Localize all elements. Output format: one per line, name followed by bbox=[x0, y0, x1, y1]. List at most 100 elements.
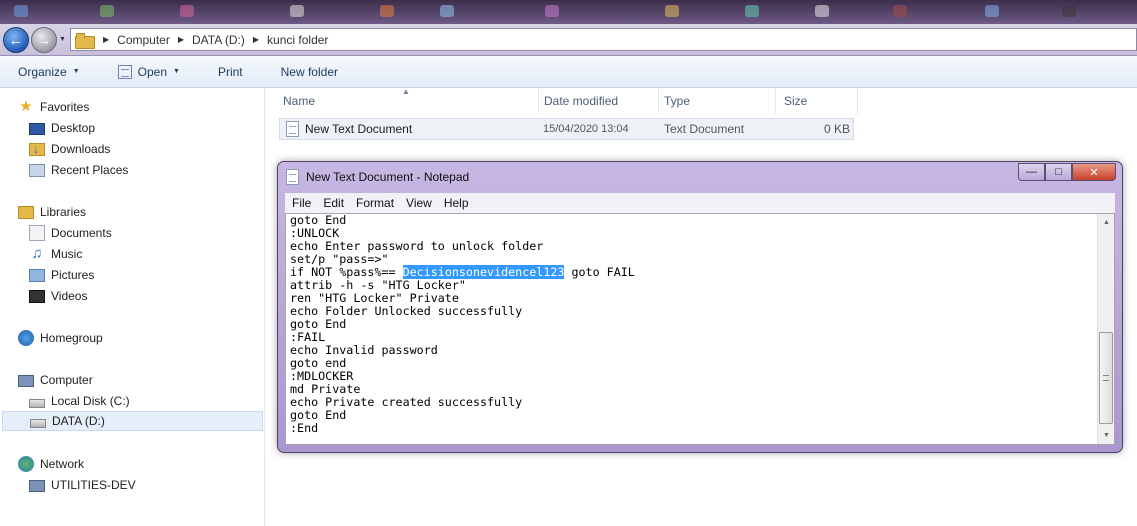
breadcrumb-kunci-folder[interactable]: kunci folder bbox=[267, 33, 328, 47]
sidebar-item-computer[interactable]: Computer bbox=[18, 370, 93, 390]
file-size: 0 KB bbox=[823, 122, 850, 136]
back-button[interactable]: ← bbox=[3, 27, 29, 53]
maximize-button[interactable]: □ bbox=[1045, 163, 1072, 181]
address-bar[interactable]: ▶ Computer ▶ DATA (D:) ▶ kunci folder bbox=[70, 28, 1137, 51]
network-computer-icon bbox=[29, 480, 45, 492]
sidebar-item-label: Videos bbox=[51, 289, 88, 303]
menu-format[interactable]: Format bbox=[356, 196, 394, 210]
menu-file[interactable]: File bbox=[292, 196, 311, 210]
videos-icon bbox=[29, 289, 45, 303]
new-folder-button[interactable]: New folder bbox=[273, 61, 346, 83]
music-note-icon: ♫ bbox=[31, 245, 43, 262]
sidebar-item-favorites[interactable]: ★ Favorites bbox=[18, 97, 89, 117]
file-type: Text Document bbox=[664, 122, 745, 136]
menu-help[interactable]: Help bbox=[444, 196, 469, 210]
notepad-content[interactable]: goto End:UNLOCK echo Enter password to un… bbox=[290, 214, 635, 435]
chevron-right-icon[interactable]: ▶ bbox=[103, 35, 109, 44]
hard-drive-icon bbox=[30, 419, 46, 428]
taskbar-icon bbox=[440, 5, 454, 17]
file-name: New Text Document bbox=[305, 122, 413, 136]
desktop-icon bbox=[29, 123, 45, 135]
sidebar-item-network[interactable]: Network bbox=[18, 454, 84, 474]
chevron-right-icon[interactable]: ▶ bbox=[253, 35, 259, 44]
sidebar-item-homegroup[interactable]: Homegroup bbox=[18, 328, 103, 348]
recent-places-icon bbox=[29, 163, 45, 177]
sidebar-item-label: Documents bbox=[51, 226, 112, 240]
organize-button[interactable]: Organize ▼ bbox=[10, 61, 88, 83]
open-button[interactable]: Open ▼ bbox=[110, 61, 188, 83]
downloads-icon bbox=[29, 142, 45, 156]
minimize-button[interactable]: — bbox=[1018, 163, 1045, 181]
column-header-name[interactable]: ▲ Name bbox=[265, 87, 539, 114]
sidebar-item-local-disk-c[interactable]: Local Disk (C:) bbox=[29, 391, 130, 411]
minimize-icon: — bbox=[1026, 166, 1037, 178]
sidebar-item-documents[interactable]: Documents bbox=[29, 223, 112, 243]
breadcrumb-data-drive[interactable]: DATA (D:) bbox=[192, 33, 245, 47]
taskbar-icon bbox=[380, 5, 394, 17]
taskbar-icon bbox=[985, 5, 999, 17]
command-bar: Organize ▼ Open ▼ Print New folder bbox=[0, 56, 1137, 88]
close-button[interactable]: ✕ bbox=[1072, 163, 1116, 181]
close-icon: ✕ bbox=[1089, 166, 1099, 179]
text-segment: goto FAIL bbox=[564, 265, 635, 279]
sidebar-item-label: DATA (D:) bbox=[52, 414, 105, 428]
sidebar-item-videos[interactable]: Videos bbox=[29, 286, 87, 306]
chevron-right-icon[interactable]: ▶ bbox=[178, 35, 184, 44]
forward-button[interactable]: → bbox=[31, 27, 57, 53]
arrow-left-icon: ← bbox=[8, 31, 24, 49]
print-button[interactable]: Print bbox=[210, 61, 251, 83]
sidebar-item-label: Favorites bbox=[40, 100, 90, 114]
notepad-window: New Text Document - Notepad — □ ✕ File E… bbox=[277, 161, 1123, 453]
sidebar-item-data-d[interactable]: DATA (D:) bbox=[2, 411, 263, 431]
recent-pages-dropdown[interactable]: ▼ bbox=[59, 36, 66, 43]
taskbar-icon bbox=[100, 5, 114, 17]
notepad-title-bar[interactable]: New Text Document - Notepad bbox=[286, 166, 469, 188]
sidebar-item-utilities-dev[interactable]: UTILITIES-DEV bbox=[29, 475, 136, 495]
star-icon: ★ bbox=[19, 98, 33, 115]
hard-drive-icon bbox=[29, 399, 45, 408]
taskbar-icon bbox=[665, 5, 679, 17]
grip-icon bbox=[1103, 375, 1109, 381]
column-header-label: Name bbox=[283, 94, 316, 108]
chevron-down-icon: ▼ bbox=[173, 68, 180, 75]
folder-icon bbox=[75, 32, 95, 49]
notepad-icon bbox=[117, 64, 132, 79]
column-header-date-modified[interactable]: Date modified bbox=[525, 88, 659, 114]
sort-ascending-icon: ▲ bbox=[402, 87, 410, 96]
menu-view[interactable]: View bbox=[406, 196, 432, 210]
text-segment: if NOT %pass%== bbox=[290, 265, 403, 279]
text-line: :End bbox=[290, 421, 319, 435]
sidebar-item-pictures[interactable]: Pictures bbox=[29, 265, 94, 285]
sidebar-item-label: Network bbox=[40, 457, 85, 471]
documents-icon bbox=[29, 225, 45, 241]
column-header-type[interactable]: Type bbox=[646, 88, 776, 114]
arrow-right-icon: → bbox=[36, 31, 52, 49]
sidebar-item-music[interactable]: ♫ Music bbox=[29, 244, 82, 264]
chevron-down-icon: ▼ bbox=[72, 68, 80, 75]
sidebar-item-label: Libraries bbox=[40, 205, 87, 219]
taskbar-icon bbox=[180, 5, 194, 17]
arrow-down-icon: ▼ bbox=[1103, 432, 1110, 439]
text-file-icon bbox=[286, 121, 299, 137]
sidebar-item-label: Pictures bbox=[51, 268, 95, 282]
scroll-thumb[interactable] bbox=[1099, 332, 1113, 424]
sidebar-item-downloads[interactable]: Downloads bbox=[29, 139, 110, 159]
scroll-up-button[interactable]: ▲ bbox=[1098, 214, 1114, 231]
scroll-down-button[interactable]: ▼ bbox=[1098, 427, 1114, 444]
sidebar-item-desktop[interactable]: Desktop bbox=[29, 118, 95, 138]
file-row[interactable]: New Text Document 15/04/2020 13:04 Text … bbox=[279, 118, 854, 140]
window-controls: — □ ✕ bbox=[1018, 163, 1116, 181]
vertical-scrollbar[interactable]: ▲ ▼ bbox=[1097, 214, 1114, 444]
column-header-label: Type bbox=[664, 94, 691, 108]
menu-edit[interactable]: Edit bbox=[323, 196, 344, 210]
sidebar-item-label: Homegroup bbox=[40, 331, 103, 345]
column-header-size[interactable]: Size bbox=[766, 88, 858, 114]
text-line: goto End bbox=[290, 213, 347, 227]
notepad-title: New Text Document - Notepad bbox=[306, 170, 470, 184]
breadcrumb-computer[interactable]: Computer bbox=[117, 33, 170, 47]
sidebar-item-recent-places[interactable]: Recent Places bbox=[29, 160, 128, 180]
sidebar-item-libraries[interactable]: Libraries bbox=[18, 202, 86, 222]
notepad-text-area[interactable]: goto End:UNLOCK echo Enter password to un… bbox=[285, 213, 1115, 445]
column-header-label: Date modified bbox=[544, 94, 619, 108]
organize-label: Organize bbox=[18, 64, 67, 79]
